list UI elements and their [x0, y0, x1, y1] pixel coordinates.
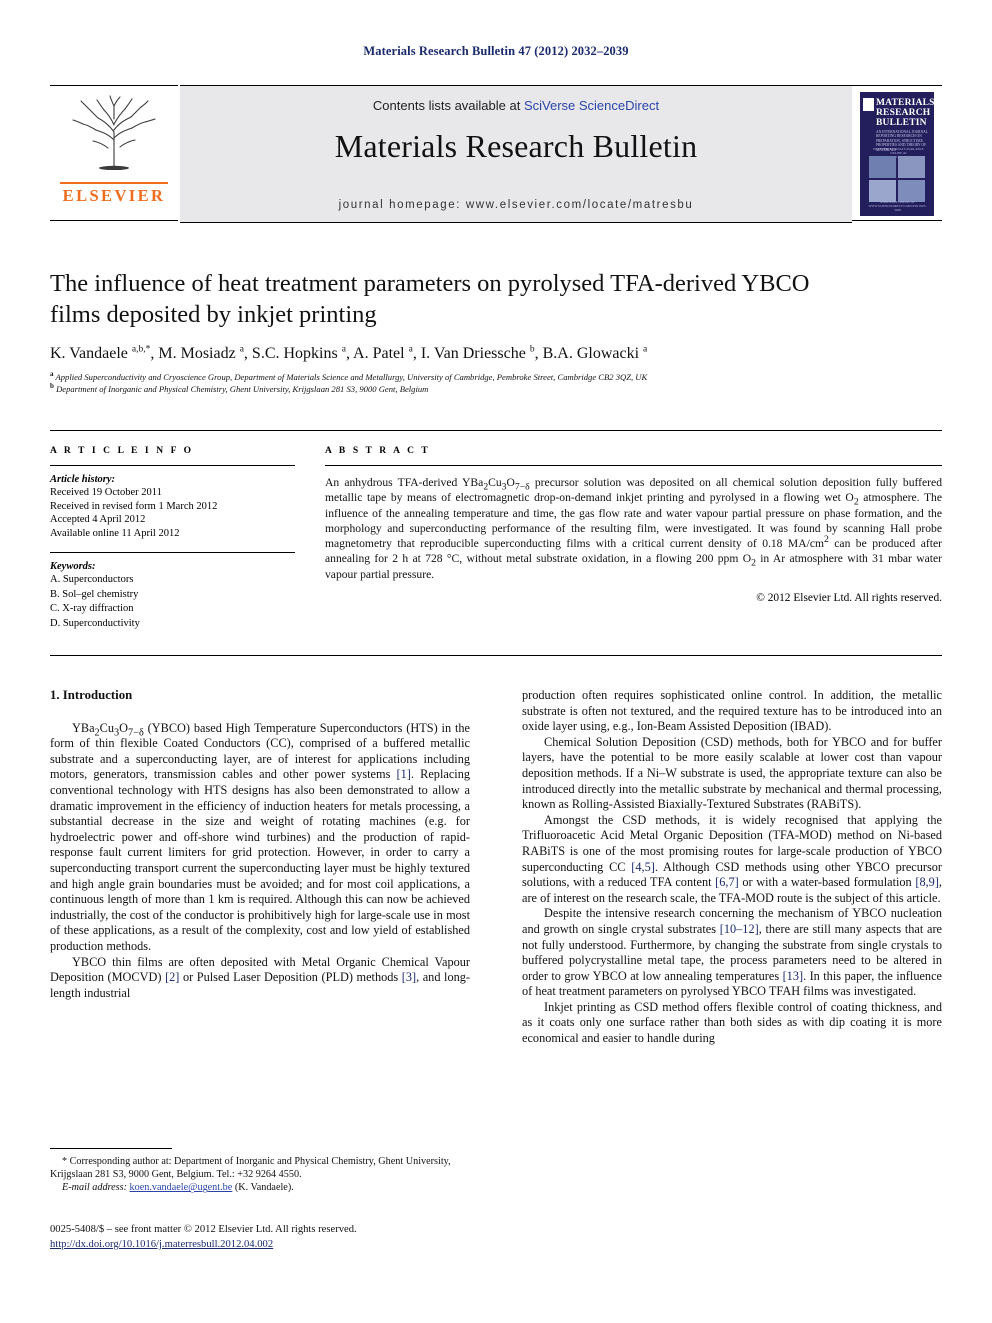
email-line: E-mail address: koen.vandaele@ugent.be (…	[50, 1181, 470, 1194]
cover-title-line2: RESEARCH	[876, 108, 931, 118]
article-history-label: Article history:	[50, 474, 116, 485]
article-title: The influence of heat treatment paramete…	[50, 270, 810, 328]
email-link[interactable]: koen.vandaele@ugent.be	[130, 1182, 233, 1193]
keywords-label: Keywords:	[50, 561, 96, 572]
article-info-rule	[50, 465, 295, 466]
paragraph: YBCO thin films are often deposited with…	[50, 954, 470, 1000]
cover-foot-text: AVAILABLE ONLINE AT WWW.SCIENCEDIRECT.CO…	[868, 200, 927, 212]
cover-strip-text: ELSEVIER JOURNALS AVAILABLE ONLINE AT WW…	[873, 147, 924, 159]
elsevier-wordmark: ELSEVIER	[62, 186, 166, 205]
article-history-1: Received in revised form 1 March 2012	[50, 500, 218, 512]
contents-prefix: Contents lists available at	[372, 98, 524, 113]
affiliation-a: a Applied Superconductivity and Cryoscie…	[50, 370, 648, 382]
email-suffix: (K. Vandaele).	[234, 1182, 294, 1194]
cover-micrograph-1	[869, 156, 897, 179]
article-history-3: Available online 11 April 2012	[50, 527, 180, 539]
article-info-block: A R T I C L E I N F O Article history: R…	[50, 446, 295, 631]
body-column-left: 1. Introduction YBa2Cu3O7−δ (YBCO) based…	[50, 688, 470, 1001]
paragraph: YBa2Cu3O7−δ (YBCO) based High Temperatur…	[50, 720, 470, 953]
affiliation-b: b Department of Inorganic and Physical C…	[50, 381, 429, 394]
paragraph: Despite the intensive research concernin…	[522, 906, 942, 999]
cover-micrograph-4	[897, 179, 925, 202]
cover-micrograph-2	[897, 156, 925, 179]
running-head: Materials Research Bulletin 47 (2012) 20…	[363, 44, 629, 58]
journal-cover-thumbnail: MATERIALS RESEARCH BULLETIN AN INTERNATI…	[852, 85, 942, 221]
affiliation-b-text: Department of Inorganic and Physical Che…	[56, 383, 429, 394]
doi-link[interactable]: http://dx.doi.org/10.1016/j.materresbull…	[50, 1239, 273, 1250]
paragraph: Amongst the CSD methods, it is widely re…	[522, 812, 943, 905]
paragraph: production often requires sophisticated …	[522, 688, 942, 734]
affiliation-a-text: Applied Superconductivity and Cryoscienc…	[55, 372, 648, 382]
abstract-text: An anhydrous TFA-derived YBa2Cu3O7−δ pre…	[325, 476, 943, 581]
journal-cover-image: MATERIALS RESEARCH BULLETIN AN INTERNATI…	[860, 92, 934, 216]
corresponding-author-text: * Corresponding author at: Department of…	[50, 1156, 451, 1181]
sciencedirect-link[interactable]: SciVerse ScienceDirect	[524, 98, 659, 113]
article-info-heading: A R T I C L E I N F O	[50, 446, 194, 456]
paragraph: Chemical Solution Deposition (CSD) metho…	[522, 734, 942, 812]
footnote-rule	[50, 1148, 172, 1149]
keyword-0: A. Superconductors	[50, 574, 134, 585]
abstract-heading: A B S T R A C T	[325, 446, 431, 456]
elsevier-logo-rule	[60, 182, 168, 184]
keyword-2: C. X-ray diffraction	[50, 603, 134, 614]
abstract-rule	[325, 465, 942, 466]
masthead-band: Contents lists available at SciVerse Sci…	[180, 85, 852, 223]
author-list: K. Vandaele a,b,*, M. Mosiadz a, S.C. Ho…	[50, 344, 648, 362]
paragraph: Inkjet printing as CSD method offers fle…	[522, 999, 942, 1046]
elsevier-tree-icon	[72, 95, 156, 170]
cover-title-line3: BULLETIN	[876, 118, 927, 128]
cover-title-line1: MATERIALS	[876, 98, 934, 108]
corresponding-author-footnote: * Corresponding author at: Department of…	[50, 1148, 470, 1195]
journal-homepage[interactable]: journal homepage: www.elsevier.com/locat…	[180, 199, 852, 211]
keywords-rule	[50, 552, 295, 553]
cover-title: MATERIALS RESEARCH BULLETIN	[876, 98, 934, 128]
info-block-top-rule	[50, 430, 942, 431]
paper-page: Materials Research Bulletin 47 (2012) 20…	[0, 0, 992, 1323]
abstract-block: A B S T R A C T An anhydrous TFA-derived…	[325, 446, 942, 604]
affiliation-list: a Applied Superconductivity and Cryoscie…	[50, 370, 940, 395]
journal-masthead: ELSEVIER Contents lists available at Sci…	[50, 85, 942, 223]
cover-micrograph-grid	[869, 156, 925, 202]
elsevier-logo: ELSEVIER	[50, 85, 178, 221]
article-history-2: Accepted 4 April 2012	[50, 514, 146, 525]
issn-front-matter: 0025-5408/$ – see front matter © 2012 El…	[50, 1224, 357, 1235]
section-heading-introduction: 1. Introduction	[50, 688, 133, 702]
imprint-block: 0025-5408/$ – see front matter © 2012 El…	[50, 1222, 520, 1252]
cover-micrograph-3	[869, 179, 897, 202]
cover-elsevier-logo-icon	[863, 98, 874, 111]
keyword-3: D. Superconductivity	[50, 617, 140, 629]
abstract-copyright: © 2012 Elsevier Ltd. All rights reserved…	[756, 592, 942, 605]
contents-available-line: Contents lists available at SciVerse Sci…	[180, 98, 852, 113]
body-column-right: production often requires sophisticated …	[522, 688, 942, 1047]
article-history-0: Received 19 October 2011	[50, 487, 162, 498]
email-label: E-mail address:	[62, 1182, 127, 1194]
info-block-bottom-rule	[50, 655, 942, 656]
keyword-1: B. Sol–gel chemistry	[50, 588, 139, 600]
journal-name: Materials Research Bulletin	[334, 128, 698, 164]
